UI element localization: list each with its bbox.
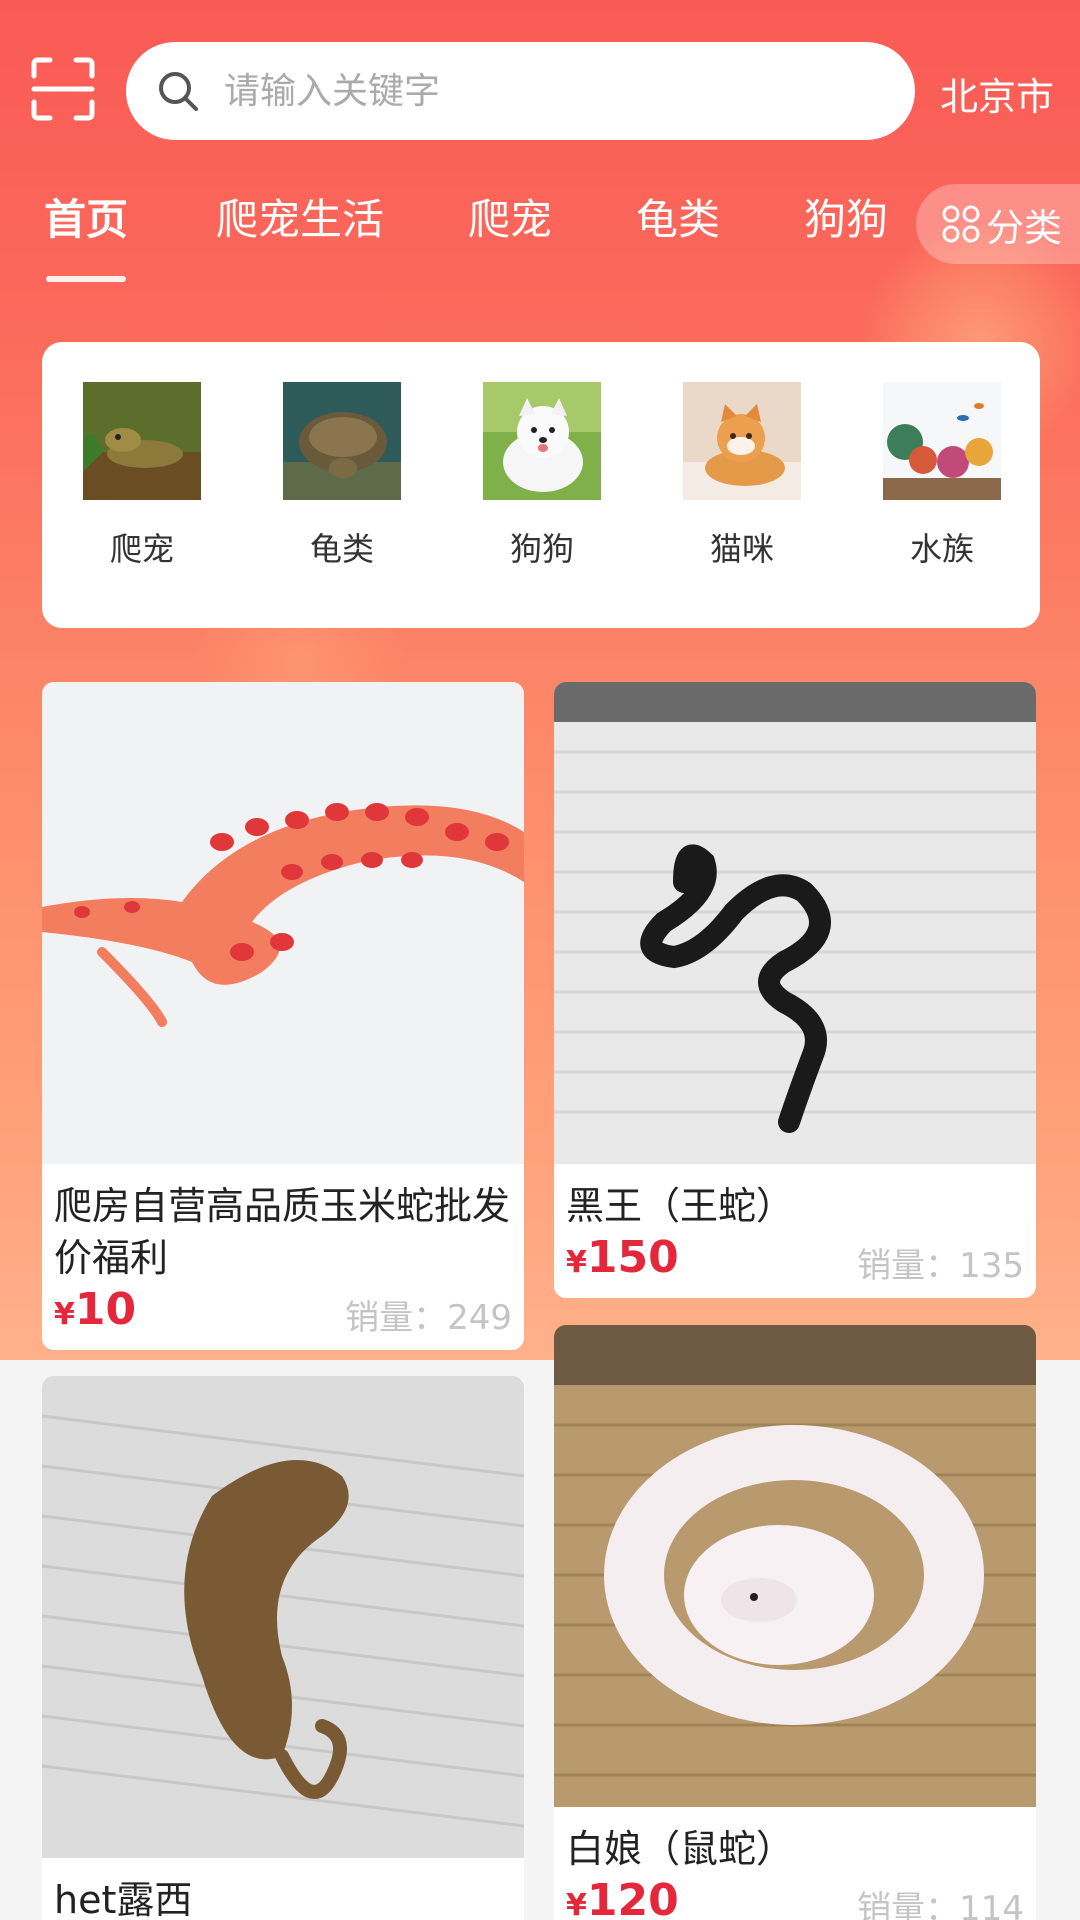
cat-thumb — [683, 382, 801, 500]
city-selector[interactable]: 北京市 — [940, 66, 1054, 121]
category-item-dog[interactable]: 狗狗 — [462, 382, 622, 570]
tab-reptile[interactable]: 爬宠 — [468, 186, 552, 247]
product-card[interactable]: 爬房自营高品质玉米蛇批发价福利 ¥10 销量：249 — [42, 682, 524, 1350]
aquarium-thumb — [883, 382, 1001, 500]
category-label: 狗狗 — [509, 530, 574, 568]
product-title: 爬房自营高品质玉米蛇批发价福利 — [54, 1184, 511, 1280]
product-card[interactable]: het露西 — [42, 1376, 524, 1920]
tab-reptile-life[interactable]: 爬宠生活 — [216, 186, 384, 247]
product-sales: 销量：135 — [857, 1246, 1024, 1286]
category-label: 猫咪 — [709, 530, 774, 568]
active-tab-indicator — [46, 276, 126, 282]
product-image — [42, 1376, 524, 1858]
product-image — [554, 1325, 1036, 1807]
reptile-thumb — [83, 382, 201, 500]
product-title: 白娘（鼠蛇） — [566, 1827, 795, 1871]
grid-icon — [942, 205, 980, 243]
category-card: 爬宠 龟类 狗狗 猫咪 水族 — [42, 342, 1040, 628]
search-bar[interactable] — [126, 42, 915, 140]
category-button-label: 分类 — [986, 205, 1063, 250]
product-image — [554, 682, 1036, 1164]
category-item-cat[interactable]: 猫咪 — [662, 382, 822, 570]
product-title: het露西 — [54, 1878, 193, 1920]
category-label: 水族 — [909, 530, 974, 568]
category-label: 龟类 — [309, 530, 374, 568]
product-title: 黑王（王蛇） — [566, 1184, 795, 1228]
product-price: ¥10 — [54, 1284, 137, 1335]
product-card[interactable]: 黑王（王蛇） ¥150 销量：135 — [554, 682, 1036, 1298]
category-item-reptile[interactable]: 爬宠 — [62, 382, 222, 570]
product-sales: 销量：249 — [345, 1298, 512, 1338]
product-image — [42, 682, 524, 1164]
tab-home[interactable]: 首页 — [44, 186, 128, 247]
product-price: ¥150 — [566, 1232, 679, 1283]
category-button[interactable]: 分类 — [916, 184, 1080, 264]
tab-dog[interactable]: 狗狗 — [804, 186, 888, 247]
dog-thumb — [483, 382, 601, 500]
tab-turtle[interactable]: 龟类 — [636, 186, 720, 247]
product-price: ¥120 — [566, 1875, 679, 1920]
category-label: 爬宠 — [109, 530, 174, 568]
category-item-turtle[interactable]: 龟类 — [262, 382, 422, 570]
product-sales: 销量：114 — [857, 1889, 1024, 1920]
category-item-aquarium[interactable]: 水族 — [862, 382, 1022, 570]
scan-icon[interactable] — [30, 56, 96, 122]
product-card[interactable]: 白娘（鼠蛇） ¥120 销量：114 — [554, 1325, 1036, 1920]
search-icon — [159, 72, 198, 111]
search-input[interactable] — [224, 70, 864, 112]
turtle-thumb — [283, 382, 401, 500]
